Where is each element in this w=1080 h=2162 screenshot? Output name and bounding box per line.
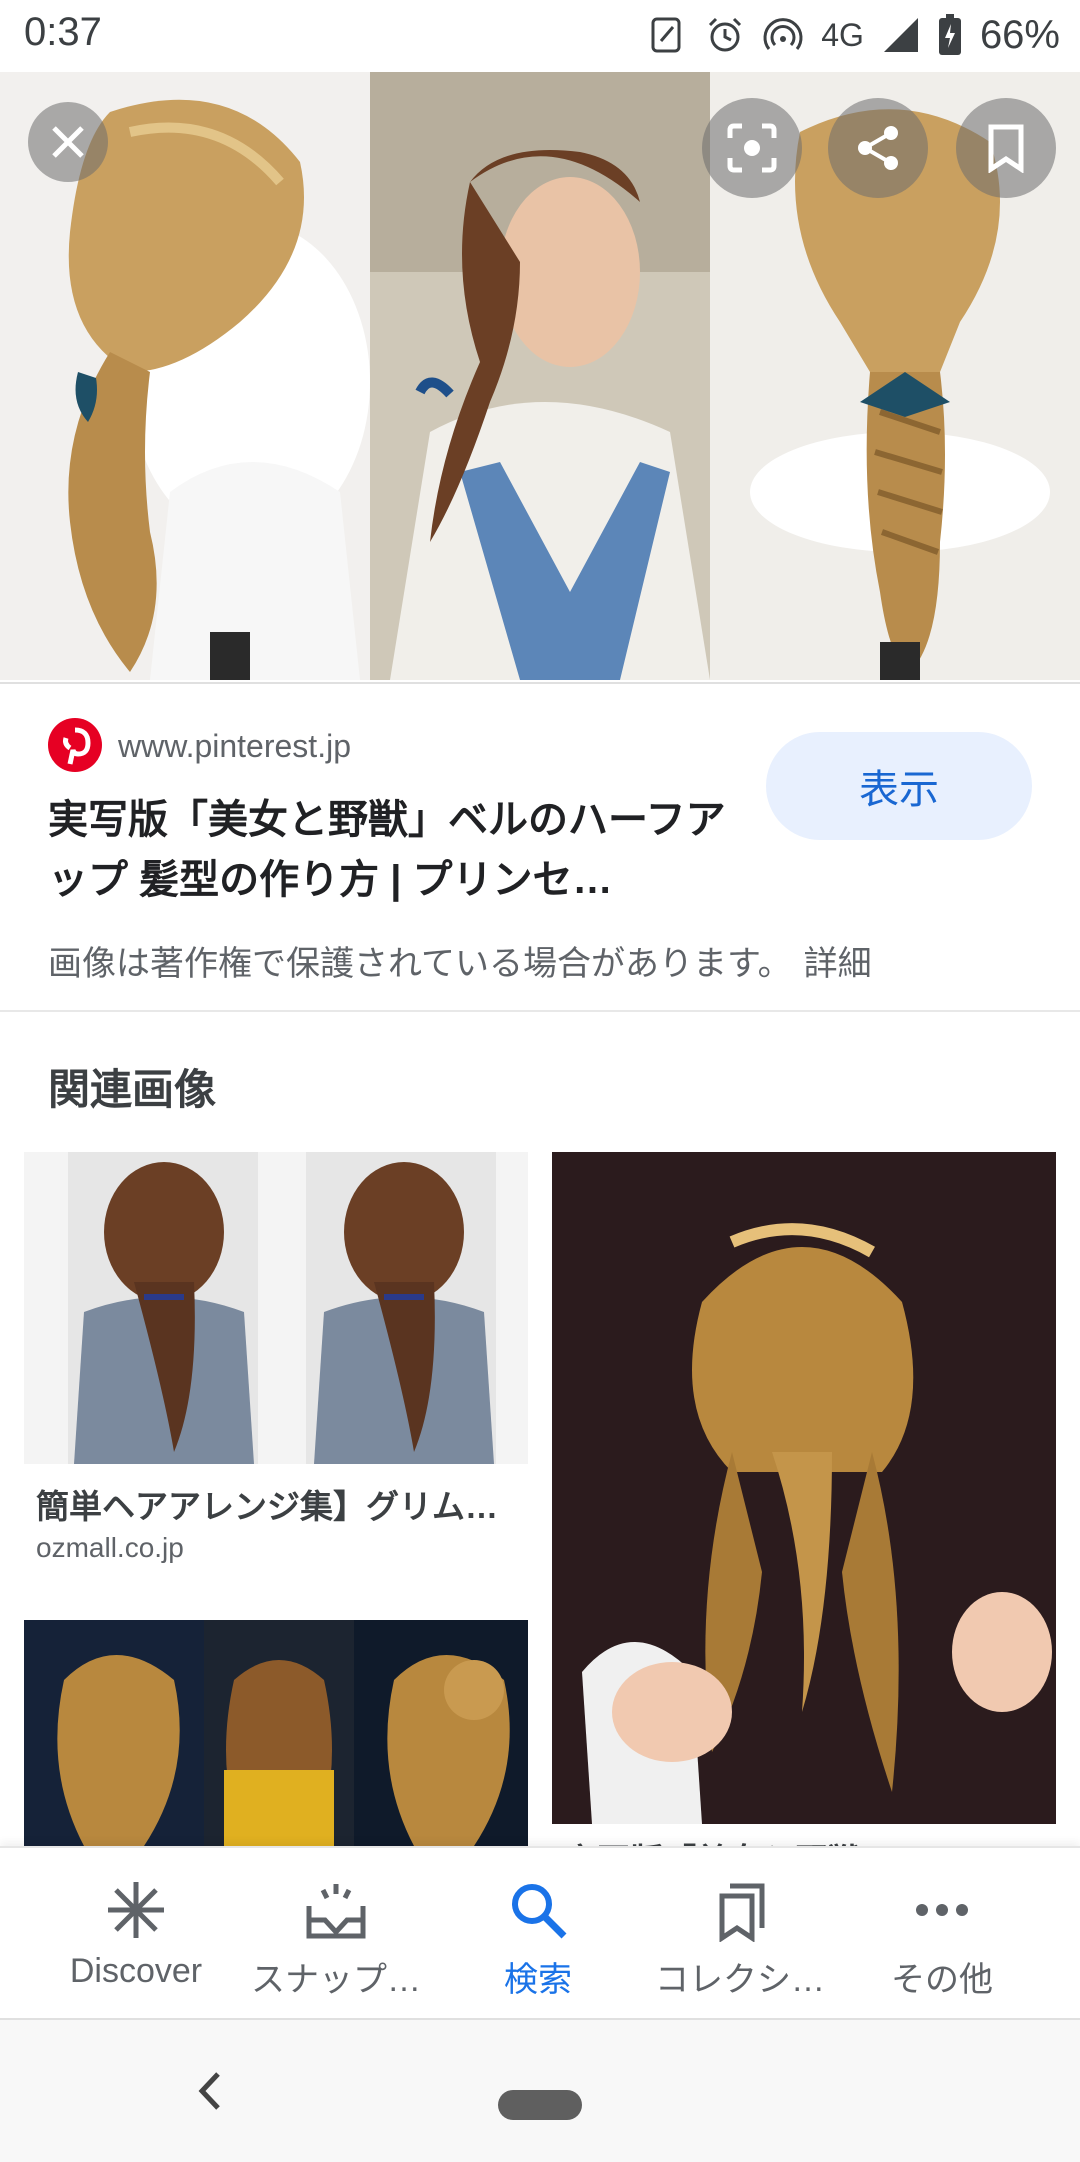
result-image[interactable] (0, 72, 1080, 680)
nav-search[interactable]: 検索 (430, 1848, 646, 2020)
lens-icon (727, 123, 777, 173)
nav-more-label: その他 (891, 1961, 993, 1999)
asterisk-icon (108, 1882, 164, 1938)
alarm-icon (709, 17, 742, 52)
snapshot-icon (306, 1884, 366, 1939)
details-link[interactable]: 詳細 (804, 945, 872, 983)
search-icon (512, 1884, 567, 1939)
view-button[interactable]: 表示 (766, 732, 1032, 840)
nav-snapshot-label: スナップ… (251, 1961, 421, 1999)
source-domain[interactable]: www.pinterest.jp (118, 728, 351, 765)
result-info: www.pinterest.jp 実写版「美女と野獣」ベルのハーフアップ 髪型の… (0, 682, 1080, 1012)
status-time: 0:37 (24, 10, 102, 54)
battery-icon (938, 14, 961, 55)
hero-panel-center (370, 72, 710, 680)
nav-search-label: 検索 (504, 1961, 572, 1999)
system-navigation-bar (0, 2018, 1080, 2162)
close-button[interactable] (28, 102, 108, 182)
copyright-text: 画像は著作権で保護されている場合があります。 (48, 945, 792, 983)
bottom-navigation: Discover スナップ… 検索 コレクシ… その他 (0, 1846, 1080, 2020)
related-card-1-domain: ozmall.co.jp (36, 1532, 184, 1563)
bookmark-icon (988, 124, 1024, 173)
result-title[interactable]: 実写版「美女と野獣」ベルのハーフアップ 髪型の作り方 | プリンセ… (48, 790, 728, 910)
nav-discover-label: Discover (69, 1952, 203, 1990)
share-icon (858, 126, 898, 170)
related-image-3[interactable] (24, 1620, 528, 1846)
signal-icon (883, 18, 918, 52)
nav-collections[interactable]: コレクシ… (632, 1848, 848, 2020)
nav-collections-label: コレクシ… (655, 1961, 825, 1999)
close-icon (52, 126, 84, 158)
lens-button[interactable] (702, 98, 802, 198)
nfc-icon (651, 17, 681, 53)
network-type: 4G (821, 16, 864, 53)
related-images-heading: 関連画像 (48, 1066, 217, 1113)
collections-icon (719, 1883, 765, 1942)
home-pill[interactable] (498, 2090, 582, 2120)
nav-more[interactable]: その他 (834, 1848, 1050, 2020)
status-icons: 4G 66% (647, 10, 1060, 60)
related-image-1[interactable] (24, 1152, 528, 1464)
more-dots-icon (916, 1904, 968, 1916)
pinterest-logo-icon (48, 718, 102, 772)
hotspot-icon (763, 18, 803, 50)
share-button[interactable] (828, 98, 928, 198)
related-image-2[interactable] (552, 1152, 1056, 1824)
status-bar: 0:37 4G 66% (0, 0, 1080, 70)
nav-discover[interactable]: Discover (28, 1848, 244, 2020)
battery-level: 66% (979, 12, 1060, 57)
nav-snapshot[interactable]: スナップ… (228, 1848, 444, 2020)
bookmark-button[interactable] (956, 98, 1056, 198)
copyright-notice: 画像は著作権で保護されている場合があります。 詳細 (48, 936, 872, 985)
back-chevron-icon[interactable] (190, 2066, 230, 2116)
related-card-1-title[interactable]: 簡単ヘアアレンジ集】グリム… (36, 1480, 498, 1528)
